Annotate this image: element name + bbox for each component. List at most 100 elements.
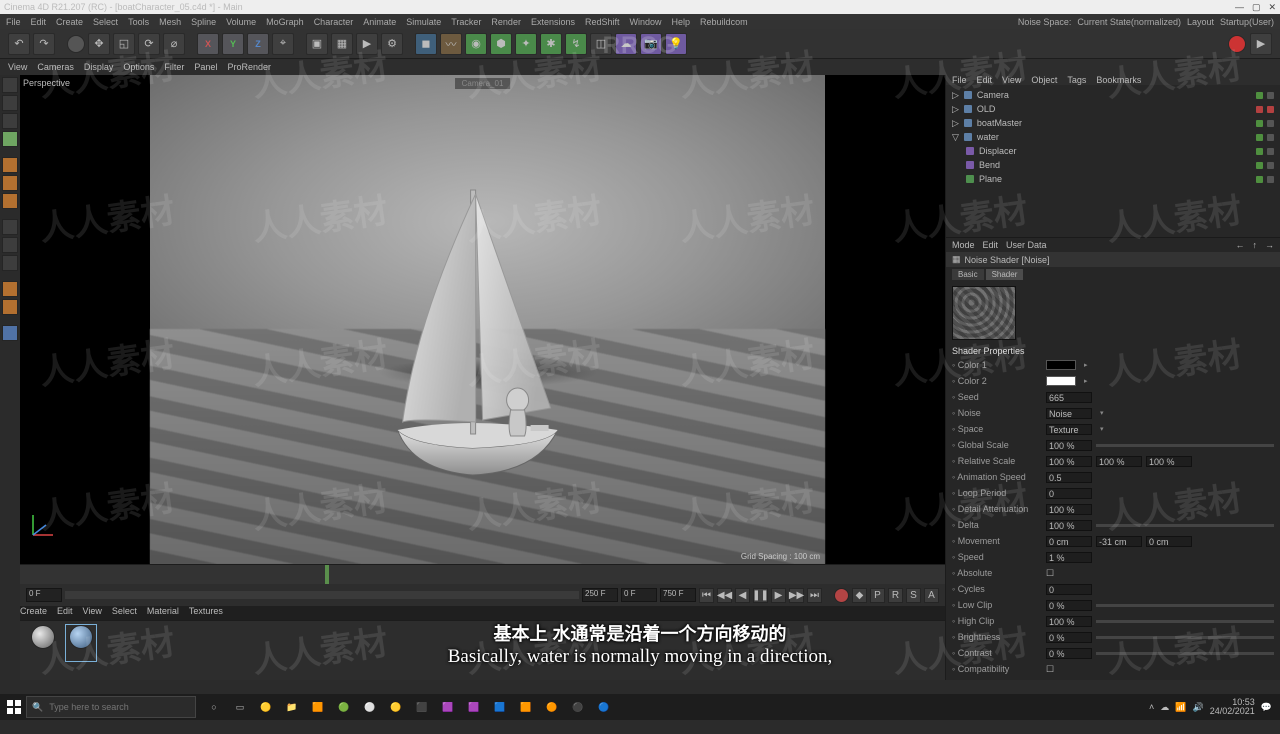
custom-workplane-button[interactable] [2,325,18,341]
property-row[interactable]: ◦ Delta100 % [952,518,1274,532]
scale-tool-button[interactable]: ◱ [113,33,135,55]
checkbox[interactable]: ☐ [1046,568,1054,579]
volume-tool-button[interactable]: ✦ [515,33,537,55]
property-row[interactable]: ◦ Color 2▸ [952,374,1274,388]
menu-item[interactable]: Tools [128,17,149,27]
menu-item[interactable]: Create [56,17,83,27]
menu-item[interactable]: Select [93,17,118,27]
slider[interactable] [1096,444,1274,447]
app-other-icon[interactable]: 🔵 [592,696,616,718]
property-row[interactable]: ◦ Seed665 [952,390,1274,404]
attr-menu-item[interactable]: Edit [983,240,999,250]
value-field[interactable]: 0 [1046,488,1092,499]
value-field[interactable]: 1 % [1046,552,1092,563]
tray-volume-icon[interactable]: 🔊 [1193,702,1204,713]
live-select-button[interactable] [67,35,85,53]
tray-wifi-icon[interactable]: 📶 [1175,702,1186,713]
property-row[interactable]: ◦ Brightness0 % [952,630,1274,644]
y-axis-toggle[interactable]: Y [222,33,244,55]
menu-item[interactable]: Tracker [451,17,481,27]
play-button[interactable]: ▶ [1250,33,1272,55]
value-field[interactable]: 0 cm [1046,536,1092,547]
z-axis-toggle[interactable]: Z [247,33,269,55]
tray-chevron-icon[interactable]: ˄ [1149,702,1154,712]
planar-workplane-button[interactable] [2,299,18,315]
om-menu-item[interactable]: File [952,75,967,85]
frame-current-field[interactable]: 250 F [582,588,618,602]
menu-item[interactable]: Character [314,17,354,27]
attr-tab-shader[interactable]: Shader [986,269,1024,280]
explorer-icon[interactable]: 📁 [280,696,304,718]
enable-axis-button[interactable] [2,219,18,235]
undo-button[interactable]: ↶ [8,33,30,55]
material-menu-item[interactable]: Edit [57,606,73,620]
property-row[interactable]: ◦ Contrast0 % [952,646,1274,660]
viewport-solo-button[interactable] [2,237,18,253]
menu-item[interactable]: Render [491,17,521,27]
taskview-icon[interactable]: ▭ [228,696,252,718]
polygon-mode-button[interactable] [2,193,18,209]
generator-button[interactable]: ◉ [465,33,487,55]
value-field[interactable]: 100 % [1046,440,1092,451]
chevron-down-icon[interactable]: ▾ [1100,409,1104,417]
viewport-camera-label[interactable]: Camera_01 [455,78,511,89]
noise-preview[interactable] [952,286,1016,340]
taskbar-clock[interactable]: 10:53 24/02/2021 [1210,698,1255,716]
menu-item[interactable]: Volume [226,17,256,27]
slider[interactable] [1096,524,1274,527]
autokey-button[interactable]: ◆ [852,588,867,603]
x-axis-toggle[interactable]: X [197,33,219,55]
om-menu-item[interactable]: View [1002,75,1021,85]
deformer-button[interactable]: ◫ [590,33,612,55]
material-swatch-selected[interactable] [66,625,96,661]
spline-tool-button[interactable]: 〰 [440,33,462,55]
play-back-button[interactable]: ◀ [735,588,750,603]
value-field[interactable]: 0.5 [1046,472,1092,483]
chrome-icon[interactable]: 🟡 [254,696,278,718]
property-row[interactable]: ◦ Low Clip0 % [952,598,1274,612]
key-pos-button[interactable]: P [870,588,885,603]
viewport-menu-item[interactable]: View [8,62,27,72]
workplane-button[interactable] [2,113,18,129]
search-input[interactable] [49,702,190,712]
object-row[interactable]: Plane [952,172,1274,186]
taskbar-search[interactable]: 🔍 [26,696,196,718]
tray-cloud-icon[interactable]: ☁ [1160,702,1169,713]
redo-button[interactable]: ↷ [33,33,55,55]
attr-nav-back-icon[interactable]: ← [1236,240,1245,250]
color-swatch-white[interactable] [1046,376,1076,386]
property-row[interactable]: ◦ Speed1 % [952,550,1274,564]
keyframe-record-button[interactable] [834,588,849,603]
attr-menu-item[interactable]: User Data [1006,240,1047,250]
tray-notifications-icon[interactable]: 💬 [1261,702,1272,713]
render-view-button[interactable]: ▣ [306,33,328,55]
minimize-button[interactable]: — [1235,2,1244,13]
value-field[interactable]: 0 % [1046,648,1092,659]
locked-workplane-button[interactable] [2,281,18,297]
slider[interactable] [1096,620,1274,623]
spotify-icon[interactable]: 🟢 [332,696,356,718]
menu-item[interactable]: MoGraph [266,17,304,27]
frame-start-field[interactable]: 0 F [26,588,62,602]
store-icon[interactable]: 🟧 [306,696,330,718]
material-menu-item[interactable]: Create [20,606,47,620]
frame-range-b-field[interactable]: 750 F [660,588,696,602]
value-field[interactable]: 100 % [1046,456,1092,467]
value-field[interactable]: 665 [1046,392,1092,403]
close-button[interactable]: ✕ [1268,2,1276,13]
timeline-ruler[interactable] [20,564,945,584]
material-menu-item[interactable]: Material [147,606,179,620]
menu-item[interactable]: Extensions [531,17,575,27]
om-menu-item[interactable]: Bookmarks [1096,75,1141,85]
render-picture-viewer-button[interactable]: ▶ [356,33,378,55]
render-settings-button[interactable]: ⚙ [381,33,403,55]
om-menu-item[interactable]: Tags [1067,75,1086,85]
value-field[interactable]: 100 % [1046,616,1092,627]
menu-item[interactable]: Animate [363,17,396,27]
object-row[interactable]: ▽water [952,130,1274,144]
slider[interactable] [1096,636,1274,639]
property-row[interactable]: ◦ SpaceTexture▾ [952,422,1274,436]
key-param-button[interactable]: A [924,588,939,603]
attr-nav-up-icon[interactable]: ↑ [1253,240,1258,250]
value-field[interactable]: 0 cm [1146,536,1192,547]
